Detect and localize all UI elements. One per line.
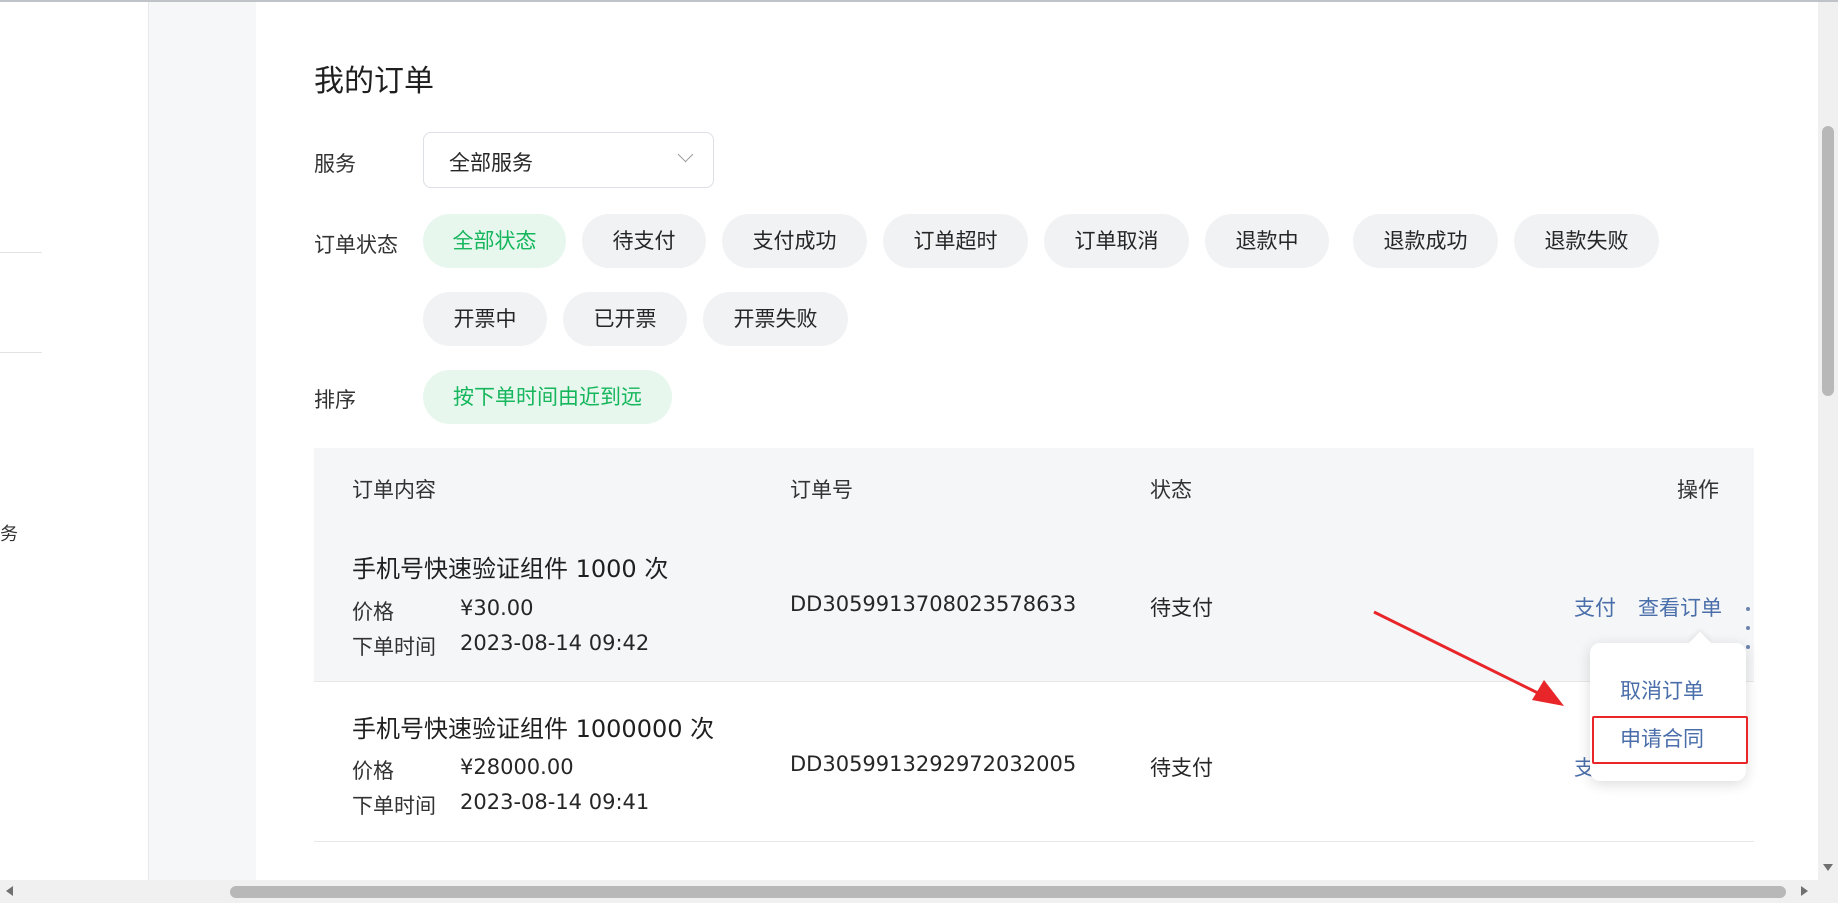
status-chip-timeout[interactable]: 订单超时 [883,214,1028,268]
sort-label: 排序 [314,388,356,412]
view-order-link[interactable]: 查看订单 [1638,592,1722,622]
service-select-value: 全部服务 [449,151,533,175]
order-number: DD3059913708023578633 [790,592,1077,616]
horizontal-scrollbar-thumb[interactable] [230,886,1786,898]
status-filter-label: 订单状态 [314,233,398,257]
scroll-left-arrow-icon[interactable] [6,886,13,896]
header-actions: 操作 [1677,478,1719,502]
time-label: 下单时间 [352,635,436,659]
status-chip-pending-payment[interactable]: 待支付 [582,214,706,268]
sidebar-divider [0,352,42,353]
scroll-right-arrow-icon[interactable] [1801,886,1808,896]
status-chip-refund-success[interactable]: 退款成功 [1353,214,1498,268]
order-price: ¥28000.00 [460,755,574,779]
pay-link[interactable]: 支付 [1574,592,1616,622]
status-chip-invoicing[interactable]: 开票中 [423,292,547,346]
status-chip-refunding[interactable]: 退款中 [1205,214,1329,268]
price-label: 价格 [352,600,394,624]
status-chip-invoiced[interactable]: 已开票 [563,292,687,346]
horizontal-scrollbar[interactable] [0,880,1838,903]
order-time: 2023-08-14 09:41 [460,790,650,814]
vertical-scrollbar-thumb[interactable] [1822,126,1834,396]
status-chip-cancelled[interactable]: 订单取消 [1044,214,1189,268]
status-chip-refund-failed[interactable]: 退款失败 [1514,214,1659,268]
order-name: 手机号快速验证组件 1000 次 [352,555,669,583]
order-price: ¥30.00 [460,596,534,620]
table-header: 订单内容 订单号 状态 操作 [314,448,1754,522]
page-title: 我的订单 [314,64,434,99]
orders-card: 我的订单 服务 全部服务 订单状态 全部状态 待支付 支付成功 订单超时 订单取… [256,2,1820,880]
price-label: 价格 [352,759,394,783]
highlight-box-annotation [1592,716,1748,764]
service-filter-label: 服务 [314,152,356,176]
left-sidebar: 务 [0,2,149,880]
sidebar-text-fragment[interactable]: 务 [0,520,18,546]
order-status: 待支付 [1150,596,1213,620]
header-status: 状态 [1150,478,1192,502]
header-order-no: 订单号 [790,478,853,502]
status-chip-all[interactable]: 全部状态 [423,214,566,268]
more-options-icon[interactable] [1746,596,1756,653]
header-content: 订单内容 [352,478,436,502]
time-label: 下单时间 [352,794,436,818]
sort-chip[interactable]: 按下单时间由近到远 [423,370,672,424]
vertical-scrollbar[interactable] [1818,2,1838,880]
status-chip-paid[interactable]: 支付成功 [722,214,867,268]
red-arrow-annotation [1373,610,1564,706]
order-name: 手机号快速验证组件 1000000 次 [352,715,715,743]
service-select[interactable]: 全部服务 [423,132,714,188]
scroll-down-arrow-icon[interactable] [1823,864,1833,871]
chevron-down-icon [677,146,694,163]
order-number: DD3059913292972032005 [790,752,1077,776]
status-chip-invoice-failed[interactable]: 开票失败 [703,292,848,346]
order-status: 待支付 [1150,756,1213,780]
cancel-order-menu-item[interactable]: 取消订单 [1620,675,1704,705]
order-time: 2023-08-14 09:42 [460,631,650,655]
sidebar-divider [0,252,42,253]
